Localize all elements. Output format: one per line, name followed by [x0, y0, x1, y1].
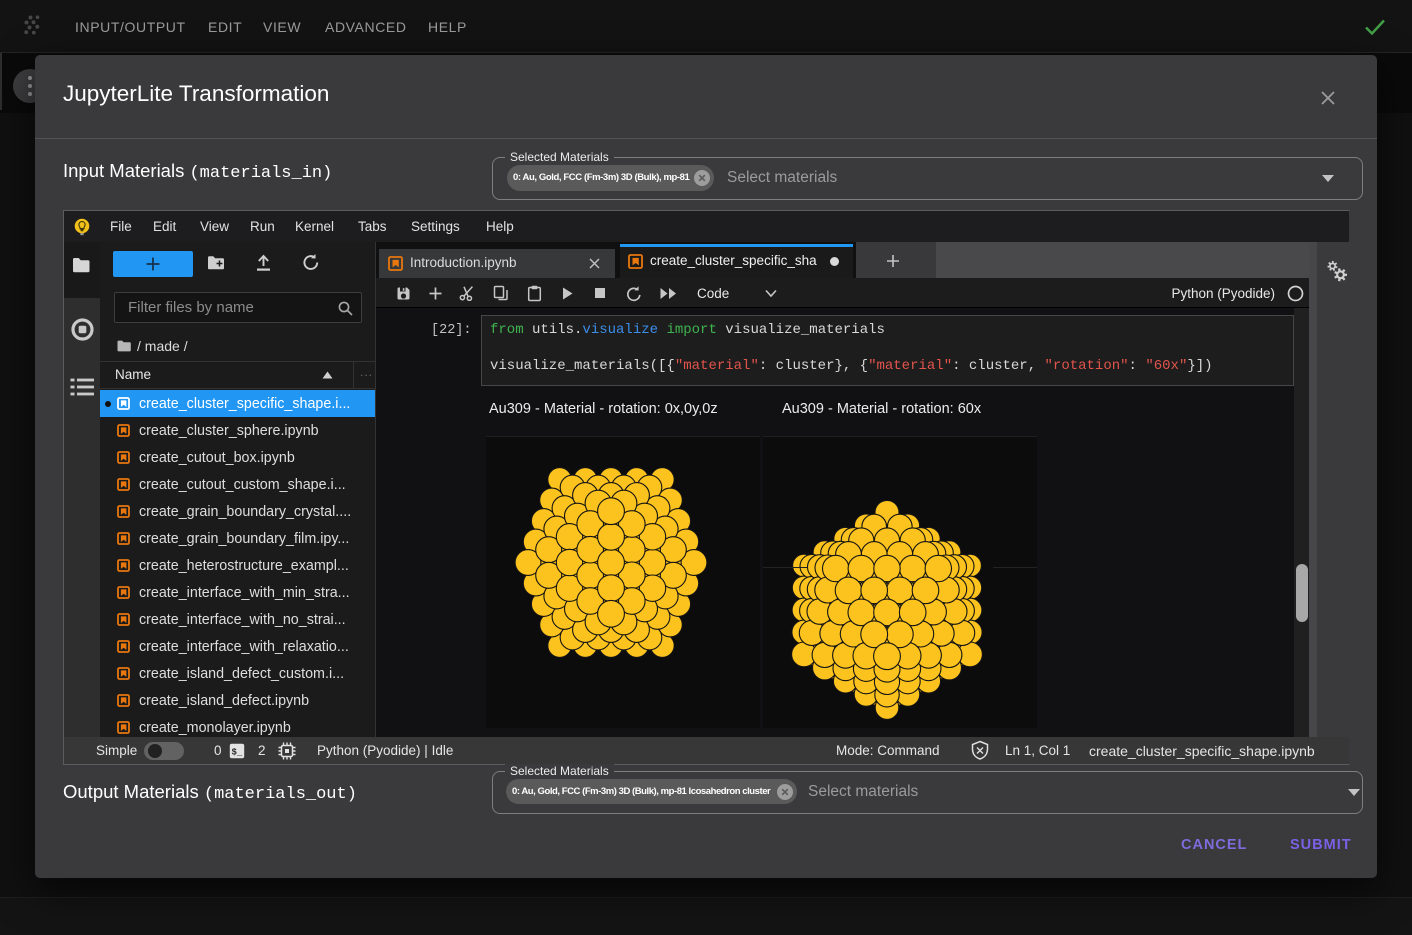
svg-text:$_: $_: [232, 748, 243, 758]
